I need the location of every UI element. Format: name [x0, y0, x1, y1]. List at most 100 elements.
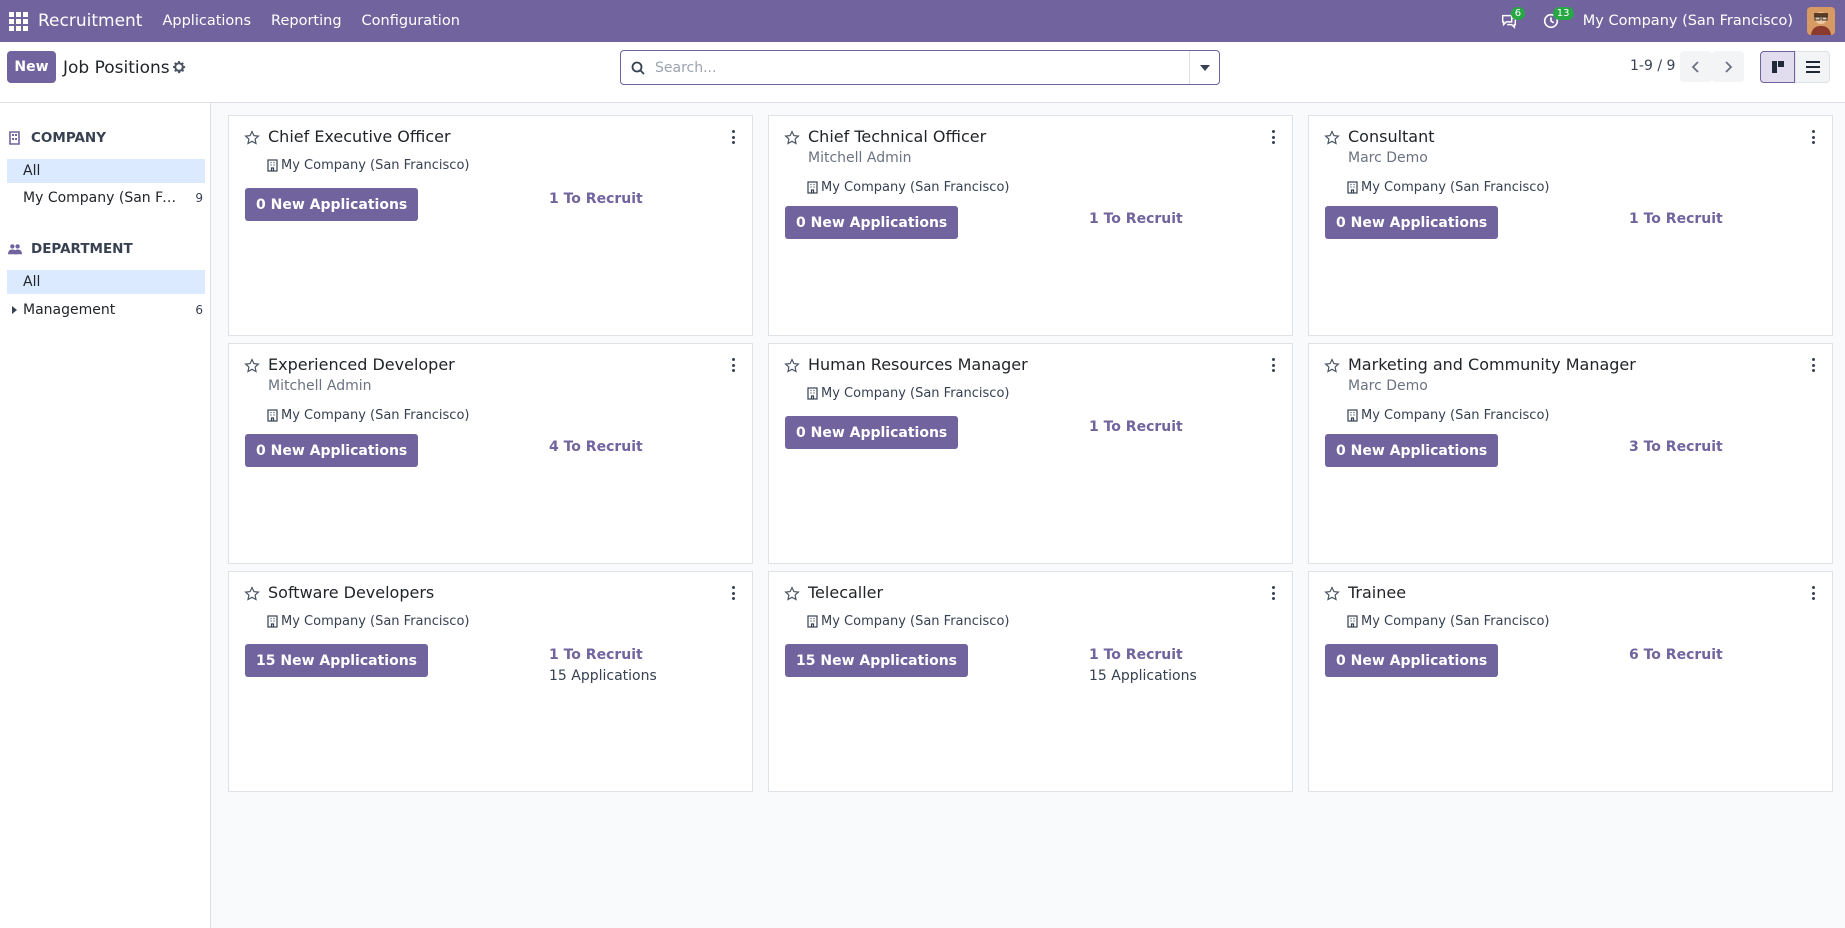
- job-card[interactable]: Chief Executive Officer My Company (San F…: [228, 115, 753, 336]
- activities-icon[interactable]: 13: [1535, 0, 1574, 42]
- filter-company-my-company[interactable]: My Company (San Francisco) 9: [7, 186, 205, 210]
- applications-link[interactable]: 15 Applications: [1089, 668, 1197, 684]
- filter-company-all[interactable]: All: [7, 159, 205, 183]
- top-navbar: Recruitment Applications Reporting Confi…: [0, 0, 1845, 42]
- filter-label: My Company (San Francisco): [23, 190, 181, 206]
- kebab-menu-icon[interactable]: [1808, 128, 1818, 146]
- caret-down-icon: [1199, 64, 1210, 71]
- filter-department-management[interactable]: Management 6: [7, 298, 205, 322]
- to-recruit-link[interactable]: 1 To Recruit: [1089, 211, 1183, 227]
- job-company: My Company (San Francisco): [807, 180, 1009, 195]
- kanban-view-button[interactable]: [1760, 51, 1795, 83]
- company-switcher[interactable]: My Company (San Francisco): [1583, 13, 1793, 29]
- job-title[interactable]: Consultant: [1348, 127, 1435, 146]
- to-recruit-link[interactable]: 6 To Recruit: [1629, 647, 1723, 663]
- star-icon[interactable]: [1324, 358, 1340, 374]
- new-applications-button[interactable]: 0 New Applications: [1325, 434, 1499, 467]
- to-recruit-link[interactable]: 1 To Recruit: [1089, 419, 1183, 435]
- menu-configuration[interactable]: Configuration: [362, 13, 460, 29]
- new-applications-button[interactable]: 15 New Applications: [785, 644, 969, 677]
- kebab-menu-icon[interactable]: [728, 128, 738, 146]
- new-applications-button[interactable]: 15 New Applications: [245, 644, 429, 677]
- job-company-label: My Company (San Francisco): [1361, 614, 1550, 629]
- kebab-menu-icon[interactable]: [1268, 356, 1278, 374]
- star-icon[interactable]: [244, 130, 260, 146]
- job-recruiter: Mitchell Admin: [808, 150, 912, 166]
- filter-department-all[interactable]: All: [7, 270, 205, 294]
- new-applications-button[interactable]: 0 New Applications: [245, 434, 419, 467]
- menu-reporting[interactable]: Reporting: [271, 13, 342, 29]
- kebab-menu-icon[interactable]: [1268, 128, 1278, 146]
- star-icon[interactable]: [784, 130, 800, 146]
- job-title[interactable]: Experienced Developer: [268, 355, 455, 374]
- job-company: My Company (San Francisco): [267, 614, 469, 629]
- search-bar: [620, 50, 1220, 85]
- star-icon[interactable]: [1324, 586, 1340, 602]
- to-recruit-link[interactable]: 1 To Recruit: [549, 191, 643, 207]
- messages-icon[interactable]: 6: [1493, 0, 1526, 42]
- job-company: My Company (San Francisco): [1347, 614, 1549, 629]
- job-company-label: My Company (San Francisco): [281, 614, 470, 629]
- job-title[interactable]: Software Developers: [268, 583, 434, 602]
- job-card[interactable]: Trainee My Company (San Francisco) 0 New A…: [1308, 571, 1833, 792]
- job-title[interactable]: Trainee: [1348, 583, 1406, 602]
- applications-link[interactable]: 15 Applications: [549, 668, 657, 684]
- new-applications-button[interactable]: 0 New Applications: [785, 416, 959, 449]
- kanban-icon: [1771, 61, 1784, 73]
- job-card[interactable]: Experienced Developer Mitchell Admin My Co…: [228, 343, 753, 564]
- job-company: My Company (San Francisco): [807, 614, 1009, 629]
- job-card[interactable]: Marketing and Community Manager Marc Demo…: [1308, 343, 1833, 564]
- job-title[interactable]: Telecaller: [808, 583, 883, 602]
- pager-previous-button[interactable]: [1680, 51, 1712, 82]
- kebab-menu-icon[interactable]: [728, 584, 738, 602]
- to-recruit-link[interactable]: 1 To Recruit: [1089, 647, 1183, 663]
- new-applications-button[interactable]: 0 New Applications: [1325, 644, 1499, 677]
- job-card[interactable]: Software Developers My Company (San Franc…: [228, 571, 753, 792]
- department-header-label: DEPARTMENT: [31, 241, 133, 257]
- control-panel: New Job Positions 1-9 / 9: [0, 42, 1845, 103]
- star-icon[interactable]: [784, 586, 800, 602]
- menu-applications[interactable]: Applications: [162, 13, 251, 29]
- gear-icon[interactable]: [171, 59, 187, 75]
- app-menu-icon[interactable]: [0, 0, 36, 42]
- user-avatar[interactable]: [1807, 7, 1835, 35]
- to-recruit-link[interactable]: 1 To Recruit: [1629, 211, 1723, 227]
- new-applications-button[interactable]: 0 New Applications: [245, 188, 419, 221]
- job-title[interactable]: Chief Executive Officer: [268, 127, 451, 146]
- star-icon[interactable]: [1324, 130, 1340, 146]
- activities-badge: 13: [1552, 7, 1574, 20]
- to-recruit-link[interactable]: 4 To Recruit: [549, 439, 643, 455]
- new-applications-button[interactable]: 0 New Applications: [1325, 206, 1499, 239]
- kebab-menu-icon[interactable]: [1808, 584, 1818, 602]
- to-recruit-link[interactable]: 1 To Recruit: [549, 647, 643, 663]
- to-recruit-link[interactable]: 3 To Recruit: [1629, 439, 1723, 455]
- job-card[interactable]: Human Resources Manager My Company (San F…: [768, 343, 1293, 564]
- kebab-menu-icon[interactable]: [1268, 584, 1278, 602]
- kebab-menu-icon[interactable]: [728, 356, 738, 374]
- job-title[interactable]: Marketing and Community Manager: [1348, 355, 1636, 374]
- pager-value[interactable]: 1-9 / 9: [1630, 58, 1675, 74]
- job-card[interactable]: Telecaller My Company (San Francisco) 15 N…: [768, 571, 1293, 792]
- list-view-button[interactable]: [1795, 51, 1830, 83]
- users-icon: [8, 244, 22, 255]
- building-icon: [1347, 181, 1358, 194]
- star-icon[interactable]: [244, 586, 260, 602]
- kebab-menu-icon[interactable]: [1808, 356, 1818, 374]
- job-card[interactable]: Consultant Marc Demo My Company (San Franc…: [1308, 115, 1833, 336]
- filter-label: All: [23, 274, 41, 290]
- app-brand[interactable]: Recruitment: [38, 11, 142, 31]
- building-icon: [1347, 409, 1358, 422]
- search-options-toggle[interactable]: [1189, 51, 1219, 84]
- caret-right-icon[interactable]: [12, 306, 17, 314]
- star-icon[interactable]: [244, 358, 260, 374]
- job-card[interactable]: Chief Technical Officer Mitchell Admin My …: [768, 115, 1293, 336]
- search-panel: COMPANY All My Company (San Francisco) 9…: [0, 103, 211, 928]
- job-title[interactable]: Human Resources Manager: [808, 355, 1028, 374]
- star-icon[interactable]: [784, 358, 800, 374]
- pager-next-button[interactable]: [1712, 51, 1744, 82]
- new-applications-button[interactable]: 0 New Applications: [785, 206, 959, 239]
- new-button[interactable]: New: [7, 51, 56, 83]
- search-input[interactable]: [655, 52, 1189, 83]
- filter-label: Management: [23, 302, 116, 318]
- job-title[interactable]: Chief Technical Officer: [808, 127, 986, 146]
